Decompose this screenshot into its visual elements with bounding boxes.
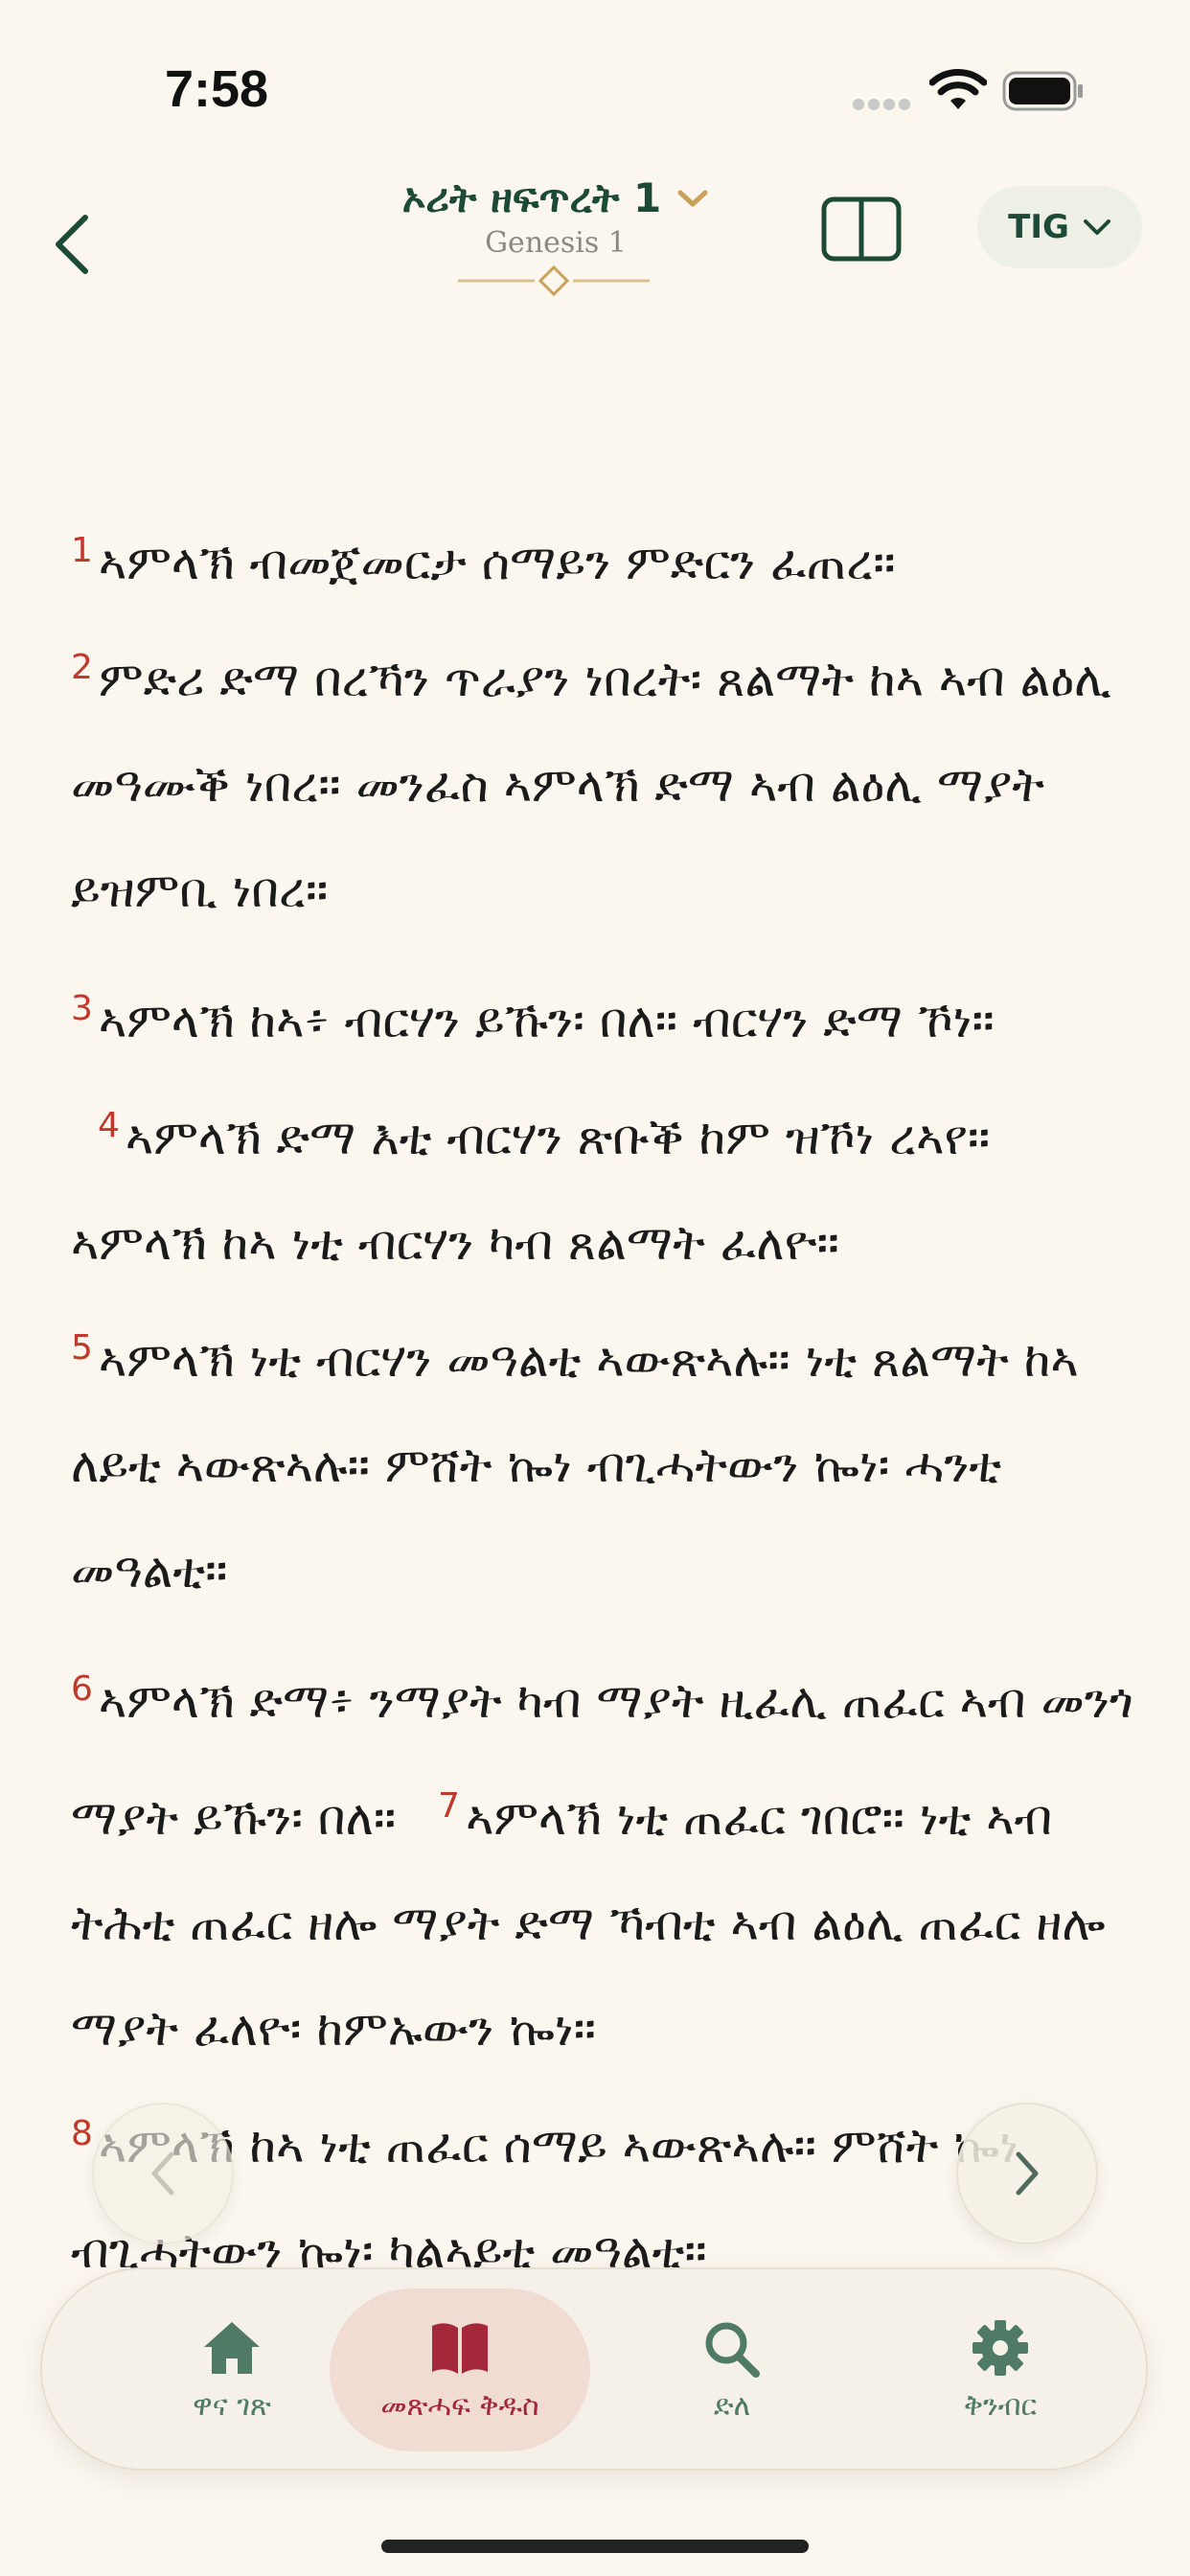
verse-number[interactable]: 6 bbox=[71, 1669, 93, 1709]
battery-icon bbox=[1002, 71, 1083, 111]
verse-number[interactable]: 2 bbox=[71, 648, 93, 687]
gear-icon bbox=[973, 2319, 1028, 2376]
verse-number[interactable]: 4 bbox=[98, 1106, 120, 1145]
cellular-signal-icon bbox=[853, 96, 914, 110]
tab-home[interactable]: ዋና ገጽ bbox=[102, 2288, 362, 2451]
verse-number[interactable]: 8 bbox=[71, 2114, 93, 2153]
language-label: TIG bbox=[1008, 208, 1069, 246]
verse-text[interactable]: ኣምላኽ ብመጀመርታ ሰማይን ምድርን ፈጠረ። bbox=[99, 535, 896, 590]
parallel-view-button[interactable] bbox=[820, 194, 903, 264]
wifi-icon bbox=[929, 69, 987, 109]
chevron-left-icon bbox=[56, 215, 88, 274]
chapter-selector[interactable]: ኦሪት ዘፍጥረት 1 Genesis 1 bbox=[364, 172, 747, 316]
tab-bible[interactable]: መጽሓፍ ቅዱስ bbox=[330, 2288, 590, 2451]
next-chapter-button[interactable] bbox=[956, 2103, 1098, 2244]
tab-settings[interactable]: ቅንብር bbox=[870, 2288, 1131, 2451]
home-indicator[interactable] bbox=[381, 2540, 809, 2553]
verse-text[interactable]: ኣምላኽ ከኣ፥ ብርሃን ይኹን፡ በለ። ብርሃን ድማ ኾነ። bbox=[99, 993, 995, 1048]
search-icon bbox=[705, 2322, 760, 2378]
verse-text[interactable]: ኣምላኽ ነቲ ብርሃን መዓልቲ ኣውጽኣሉ። ነቲ ጸልማት ከኣ ለይቲ … bbox=[71, 1332, 1079, 1598]
tab-bar: ዋና ገጽ መጽሓፍ ቅዱስ ድለ ቅንብር bbox=[40, 2267, 1148, 2471]
chevron-right-icon bbox=[1016, 2151, 1039, 2196]
verse-text[interactable]: ኣምላኽ ድማ እቲ ብርሃን ጽቡቕ ከም ዝኾነ ረኣየ። ኣምላኽ ከኣ … bbox=[71, 1110, 990, 1271]
tab-label: ዋና ገጽ bbox=[193, 2388, 271, 2423]
tab-label: ድለ bbox=[713, 2388, 751, 2423]
status-bar: 7:58 bbox=[0, 0, 1190, 172]
verse-number[interactable]: 5 bbox=[71, 1328, 93, 1368]
tab-label: መጽሓፍ ቅዱስ bbox=[380, 2388, 539, 2423]
tab-search[interactable]: ድለ bbox=[602, 2288, 862, 2451]
home-icon bbox=[204, 2321, 260, 2374]
verse-number[interactable]: 3 bbox=[71, 989, 93, 1028]
book-title: ኦሪት ዘፍጥረት 1 bbox=[401, 174, 662, 221]
verse-number[interactable]: 7 bbox=[438, 1786, 460, 1826]
status-time: 7:58 bbox=[165, 60, 269, 118]
header: ኦሪት ዘፍጥረት 1 Genesis 1 TIG bbox=[0, 172, 1190, 316]
scripture-text: 1 ኣምላኽ ብመጀመርታ ሰማይን ምድርን ፈጠረ። 2 ምድሪ ድማ በረኻን… bbox=[71, 498, 1134, 2317]
verse-text[interactable]: ምድሪ ድማ በረኻን ጥራያን ነበረት፡ ጸልማት ከኣ ኣብ ልዕሊ መዓ… bbox=[71, 652, 1111, 918]
book-icon bbox=[432, 2322, 488, 2374]
paragraph: 1 ኣምላኽ ብመጀመርታ ሰማይን ምድርን ፈጠረ። 2 ምድሪ ድማ በረኻን… bbox=[71, 498, 1134, 943]
split-view-icon bbox=[821, 196, 902, 262]
chevron-left-icon bbox=[151, 2151, 174, 2196]
tab-label: ቅንብር bbox=[963, 2388, 1038, 2423]
language-selector[interactable]: TIG bbox=[977, 186, 1142, 268]
book-subtitle: Genesis 1 bbox=[485, 226, 627, 260]
ornament-divider bbox=[458, 264, 650, 297]
previous-chapter-button[interactable] bbox=[92, 2103, 234, 2244]
chevron-down-icon bbox=[677, 190, 708, 207]
paragraph: 3 ኣምላኽ ከኣ፥ ብርሃን ይኹን፡ በለ። ብርሃን ድማ ኾነ። 4 ኣምላ… bbox=[71, 956, 1134, 1623]
back-button[interactable] bbox=[38, 192, 105, 297]
verse-number[interactable]: 1 bbox=[71, 531, 93, 570]
chevron-down-icon bbox=[1083, 219, 1110, 235]
